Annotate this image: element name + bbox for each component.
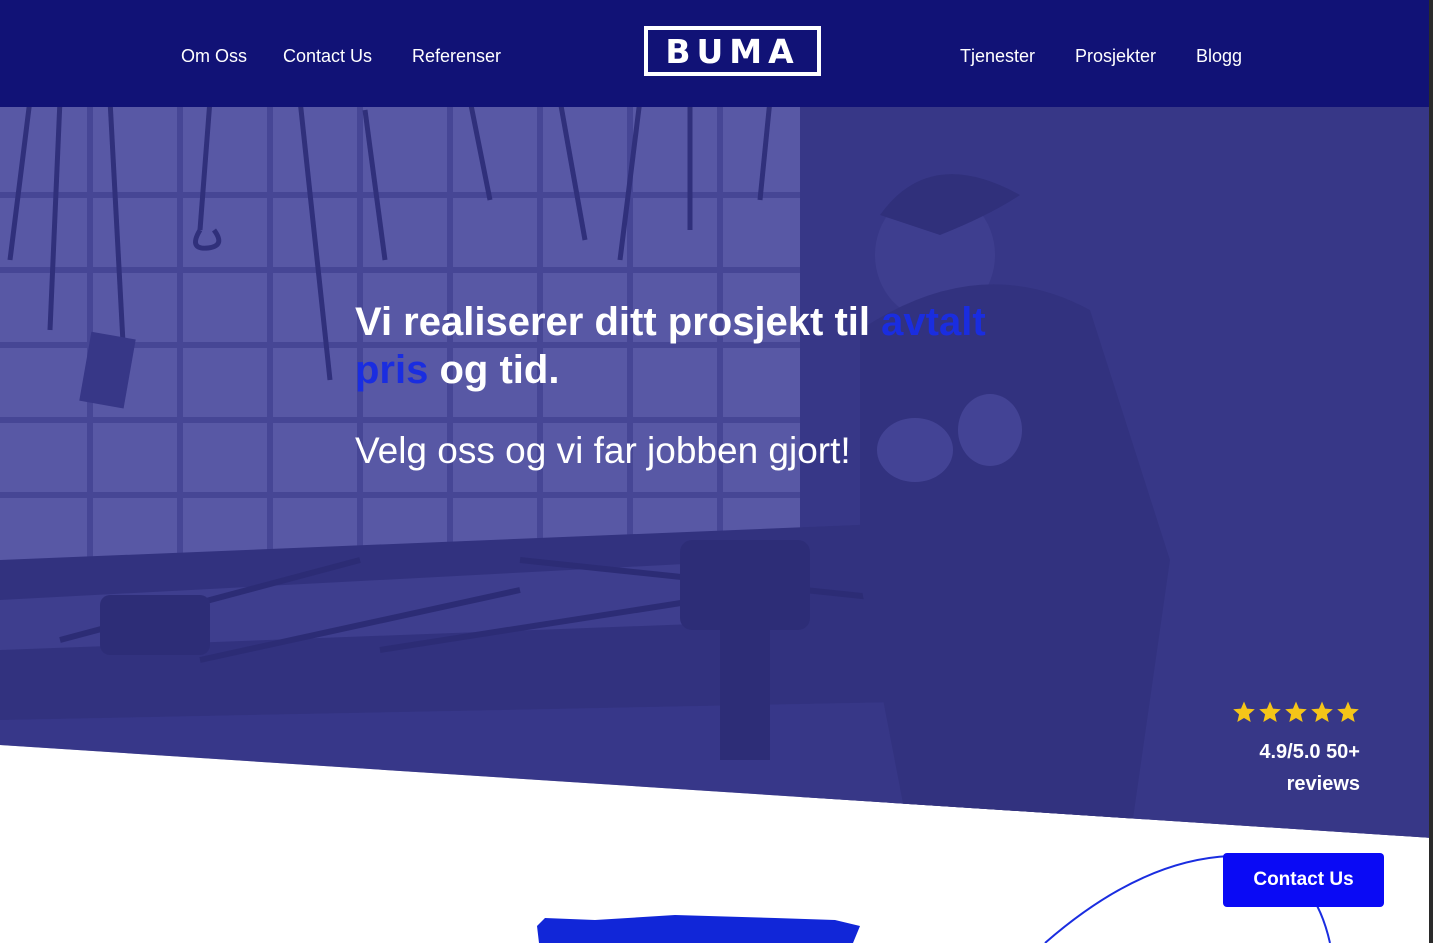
- nav-link-referenser[interactable]: Referenser: [412, 46, 501, 67]
- rating-text: 4.9/5.0 50+ reviews: [1200, 736, 1360, 800]
- hero-subline: Velg oss og vi far jobben gjort!: [355, 430, 851, 471]
- brush-stroke-decoration: [537, 915, 860, 943]
- star-icon: [1337, 701, 1359, 722]
- rating-score: 4.9/5.0 50+: [1259, 741, 1360, 763]
- star-icon: [1259, 701, 1281, 722]
- top-navbar: Om Oss Contact Us Referenser BUMA Tjenes…: [0, 0, 1429, 107]
- rating-reviews-label: reviews: [1286, 773, 1360, 795]
- nav-link-tjenester[interactable]: Tjenester: [960, 46, 1035, 67]
- page: Vi realiserer ditt prosjekt til avtalt p…: [0, 0, 1433, 943]
- nav-link-blogg[interactable]: Blogg: [1196, 46, 1242, 67]
- star-icon: [1233, 701, 1255, 722]
- logo-text: BUMA: [665, 31, 800, 71]
- hero-section: Vi realiserer ditt prosjekt til avtalt p…: [0, 0, 1429, 838]
- rating-block: 4.9/5.0 50+ reviews: [1200, 700, 1360, 800]
- nav-link-prosjekter[interactable]: Prosjekter: [1075, 46, 1156, 67]
- star-rating: [1200, 700, 1360, 724]
- star-icon: [1311, 701, 1333, 722]
- nav-link-contact-us[interactable]: Contact Us: [283, 46, 372, 67]
- hero-headline: Vi realiserer ditt prosjekt til avtalt p…: [355, 300, 986, 392]
- nav-link-om-oss[interactable]: Om Oss: [181, 46, 247, 67]
- contact-us-button[interactable]: Contact Us: [1223, 853, 1384, 907]
- site-logo[interactable]: BUMA: [644, 26, 821, 76]
- star-icon: [1285, 701, 1307, 722]
